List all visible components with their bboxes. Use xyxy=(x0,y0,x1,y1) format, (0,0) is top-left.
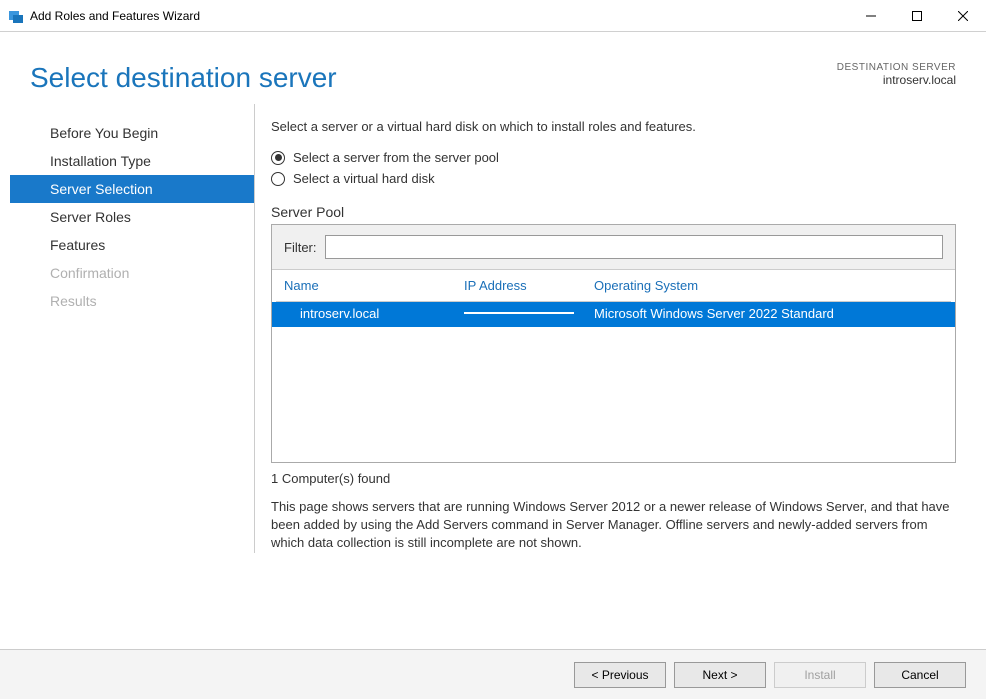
filter-bar: Filter: xyxy=(272,225,955,270)
radio-server-pool[interactable]: Select a server from the server pool xyxy=(271,150,956,165)
found-count: 1 Computer(s) found xyxy=(271,471,956,486)
header: Select destination server DESTINATION SE… xyxy=(0,32,986,104)
redacted-ip xyxy=(464,306,574,320)
server-pool-box: Filter: Name IP Address Operating System… xyxy=(271,224,956,463)
cell-os: Microsoft Windows Server 2022 Standard xyxy=(594,306,943,323)
filter-input[interactable] xyxy=(325,235,944,259)
window-controls xyxy=(848,0,986,32)
cancel-button[interactable]: Cancel xyxy=(874,662,966,688)
nav-server-roles[interactable]: Server Roles xyxy=(10,203,254,231)
nav-results: Results xyxy=(10,287,254,315)
nav-installation-type[interactable]: Installation Type xyxy=(10,147,254,175)
destination-label: DESTINATION SERVER xyxy=(837,62,956,73)
destination-name: introserv.local xyxy=(837,73,956,87)
titlebar: Add Roles and Features Wizard xyxy=(0,0,986,32)
nav-before-you-begin[interactable]: Before You Begin xyxy=(10,119,254,147)
col-header-ip[interactable]: IP Address xyxy=(464,278,594,293)
footer: < Previous Next > Install Cancel xyxy=(0,649,986,699)
nav-sidebar: Before You Begin Installation Type Serve… xyxy=(10,104,255,553)
grid-body: introserv.local Microsoft Windows Server… xyxy=(272,302,955,462)
filter-label: Filter: xyxy=(284,240,317,255)
cell-name: introserv.local xyxy=(300,306,464,323)
server-pool-label: Server Pool xyxy=(271,204,956,220)
nav-features[interactable]: Features xyxy=(10,231,254,259)
radio-vhd[interactable]: Select a virtual hard disk xyxy=(271,171,956,186)
minimize-button[interactable] xyxy=(848,0,894,32)
close-button[interactable] xyxy=(940,0,986,32)
col-header-os[interactable]: Operating System xyxy=(594,278,943,293)
description-text: This page shows servers that are running… xyxy=(271,498,956,553)
col-header-name[interactable]: Name xyxy=(284,278,464,293)
radio-icon-unselected xyxy=(271,172,285,186)
radio-icon-selected xyxy=(271,151,285,165)
radio-label: Select a virtual hard disk xyxy=(293,171,435,186)
grid-header: Name IP Address Operating System xyxy=(272,270,955,301)
nav-server-selection[interactable]: Server Selection xyxy=(10,175,254,203)
destination-box: DESTINATION SERVER introserv.local xyxy=(837,62,956,87)
content: Select a server or a virtual hard disk o… xyxy=(255,104,986,553)
radio-label: Select a server from the server pool xyxy=(293,150,499,165)
install-button: Install xyxy=(774,662,866,688)
next-button[interactable]: Next > xyxy=(674,662,766,688)
table-row[interactable]: introserv.local Microsoft Windows Server… xyxy=(272,302,955,327)
previous-button[interactable]: < Previous xyxy=(574,662,666,688)
maximize-button[interactable] xyxy=(894,0,940,32)
main-area: Before You Begin Installation Type Serve… xyxy=(0,104,986,553)
app-icon xyxy=(8,8,24,24)
cell-ip xyxy=(464,306,594,323)
instruction-text: Select a server or a virtual hard disk o… xyxy=(271,119,956,134)
nav-confirmation: Confirmation xyxy=(10,259,254,287)
page-title: Select destination server xyxy=(30,62,337,94)
window-title: Add Roles and Features Wizard xyxy=(30,9,200,23)
